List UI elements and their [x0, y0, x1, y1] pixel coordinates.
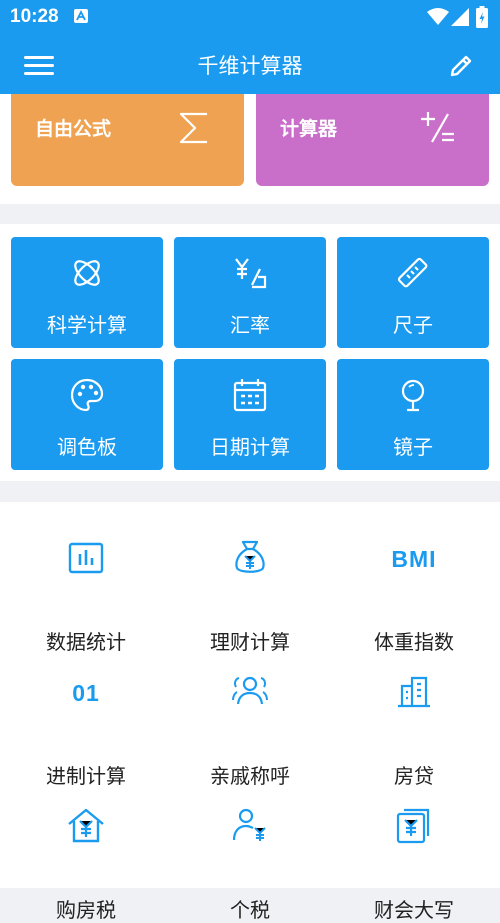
item-mortgage-label: 房贷: [394, 764, 434, 788]
yuan-documents-icon: [396, 808, 430, 844]
tile-ruler[interactable]: 尺子: [337, 237, 489, 348]
item-house-tax-label: 购房税: [56, 898, 116, 922]
wifi-icon: [427, 8, 449, 25]
top-cards-section: 自由公式 计算器: [0, 94, 500, 204]
item-finance[interactable]: 理财计算: [170, 538, 330, 654]
item-capital-numbers[interactable]: 财会大写: [334, 806, 494, 922]
calendar-icon: [233, 379, 267, 412]
calculator-card[interactable]: 计算器: [256, 94, 489, 186]
item-data-stats-label: 数据统计: [46, 630, 126, 654]
item-bmi-label: 体重指数: [374, 630, 454, 654]
tile-scientific-label: 科学计算: [47, 313, 127, 337]
app-bar: 千维计算器: [0, 34, 500, 94]
tile-scientific[interactable]: 科学计算: [11, 237, 163, 348]
sigma-icon: [179, 112, 207, 144]
tile-ruler-label: 尺子: [393, 313, 433, 337]
tile-palette[interactable]: 调色板: [11, 359, 163, 470]
item-base-convert[interactable]: 01 进制计算: [6, 672, 166, 788]
status-time: 10:28: [10, 6, 59, 27]
edit-icon[interactable]: [446, 48, 478, 80]
item-base-convert-label: 进制计算: [46, 764, 126, 788]
calculator-card-label: 计算器: [280, 118, 338, 140]
building-icon: [398, 676, 430, 708]
app-title: 千维计算器: [197, 54, 303, 78]
more-tools-section: 数据统计 理财计算 BMI 体重指数 01 进制计算 亲戚称呼 房贷 购房税 个…: [0, 502, 500, 922]
house-yuan-icon: [68, 808, 104, 843]
tools-grid: 科学计算 汇率 尺子 调色板 日期计算 镜子: [0, 224, 500, 481]
item-mortgage[interactable]: 房贷: [334, 672, 494, 788]
relatives-icon: [232, 676, 268, 705]
mirror-icon: [401, 379, 425, 412]
status-bar: 10:28: [0, 0, 500, 34]
tile-date-calc[interactable]: 日期计算: [174, 359, 326, 470]
item-income-tax[interactable]: 个税: [170, 806, 330, 922]
item-house-tax[interactable]: 购房税: [6, 806, 166, 922]
bmi-icon: BMI: [391, 546, 437, 572]
notification-icon: [74, 9, 88, 23]
tile-exchange-rate-label: 汇率: [230, 313, 270, 337]
formula-card[interactable]: 自由公式: [11, 94, 244, 186]
money-bag-icon: [235, 540, 265, 573]
item-finance-label: 理财计算: [210, 630, 290, 654]
ruler-icon: [397, 257, 428, 288]
binary-icon: 01: [72, 680, 100, 706]
tile-date-calc-label: 日期计算: [210, 435, 290, 459]
atom-icon: [74, 260, 100, 286]
formula-card-label: 自由公式: [35, 118, 112, 140]
tile-mirror[interactable]: 镜子: [337, 359, 489, 470]
tile-exchange-rate[interactable]: 汇率: [174, 237, 326, 348]
palette-icon: [70, 378, 104, 412]
tile-mirror-label: 镜子: [393, 435, 433, 459]
item-data-stats[interactable]: 数据统计: [6, 538, 166, 654]
item-relatives[interactable]: 亲戚称呼: [170, 672, 330, 788]
chart-icon: [68, 542, 104, 574]
signal-icon: [451, 8, 469, 26]
item-relatives-label: 亲戚称呼: [210, 764, 290, 788]
item-capital-numbers-label: 财会大写: [374, 898, 454, 922]
plus-minus-icon: [421, 112, 454, 143]
tile-palette-label: 调色板: [57, 435, 117, 459]
item-bmi[interactable]: BMI 体重指数: [334, 538, 494, 654]
item-income-tax-label: 个税: [230, 898, 270, 922]
person-yuan-icon: [232, 808, 266, 841]
battery-icon: [476, 6, 488, 28]
exchange-rate-icon: [235, 258, 267, 289]
